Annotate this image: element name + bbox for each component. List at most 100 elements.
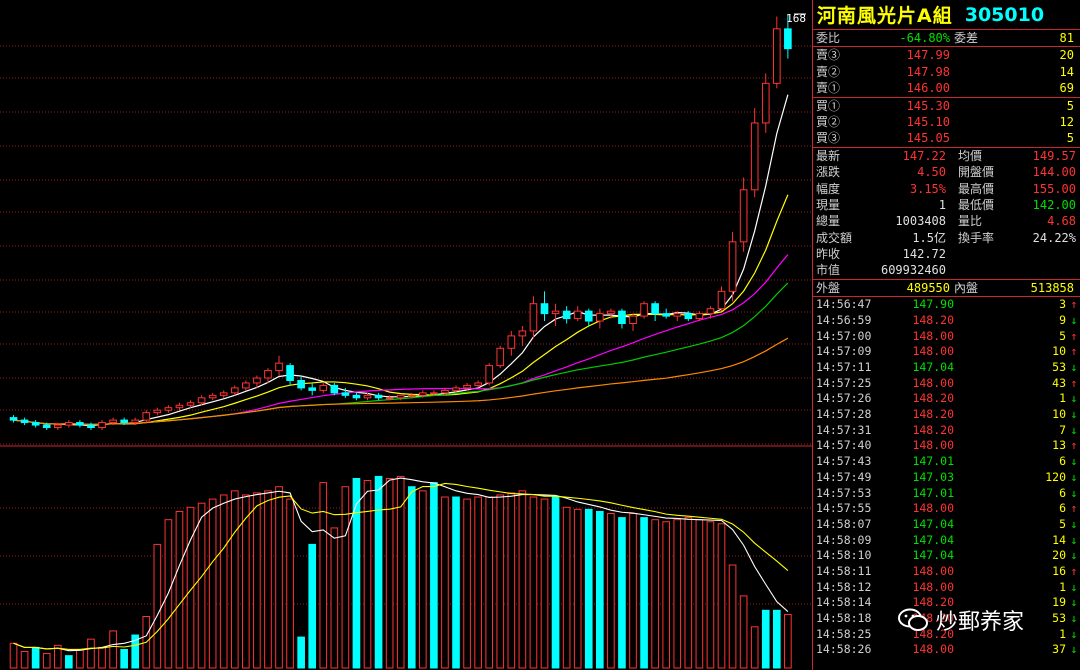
volume-bar — [197, 502, 206, 669]
volume-bar — [551, 496, 560, 669]
stat-label-2: 均價 — [958, 148, 983, 163]
candle — [761, 73, 770, 133]
ma5-line — [13, 94, 789, 427]
volume-bar — [662, 521, 671, 669]
candle — [651, 301, 659, 322]
arrow-down-icon: ↓ — [1070, 595, 1078, 610]
stat-value: 609932460 — [880, 263, 946, 278]
tick-price: 148.00 — [912, 328, 954, 343]
tick-volume: 7 — [1059, 422, 1066, 437]
candle — [573, 306, 582, 322]
tick-price: 148.20 — [912, 312, 954, 327]
volume-bar — [264, 490, 272, 669]
arrow-down-icon: ↓ — [1070, 360, 1078, 374]
tick-volume: 43 — [1052, 375, 1066, 390]
candlestick-chart[interactable]: 168 — [0, 0, 812, 670]
candle — [175, 402, 184, 411]
bid-price: 145.10 — [906, 114, 950, 129]
tick-time: 14:57:00 — [816, 328, 872, 343]
volume-bar — [352, 477, 361, 669]
bid-vol: 5 — [1066, 98, 1074, 113]
tick-volume: 6 — [1059, 454, 1066, 469]
candle — [308, 382, 317, 396]
tick-row: 14:57:25 148.00 43 ↑ — [813, 376, 1080, 392]
ask-row: 賣③ 147.99 20 — [813, 47, 1080, 63]
tick-row: 14:57:49 147.03 120 ↓ — [813, 470, 1080, 486]
bid-label: 買③ — [816, 131, 841, 146]
volume-bar — [109, 630, 117, 669]
volume-bar — [297, 636, 305, 669]
tick-volume: 53 — [1052, 360, 1066, 374]
bid-price: 145.05 — [906, 131, 950, 146]
ask-vol: 14 — [1059, 64, 1074, 79]
volume-bar — [452, 496, 460, 669]
tick-volume: 6 — [1059, 485, 1066, 500]
bid-row: 買② 145.10 12 — [813, 114, 1080, 130]
volume-bar — [573, 508, 582, 669]
volume-bar — [120, 648, 128, 669]
stat-value: 3.15% — [909, 181, 946, 196]
volume-bar — [363, 480, 372, 669]
stat-value-2 — [1010, 246, 1080, 262]
candle — [496, 345, 505, 369]
arrow-down-icon: ↓ — [1070, 579, 1078, 594]
tick-time: 14:58:10 — [816, 548, 872, 563]
tick-volume: 6 — [1059, 501, 1066, 516]
tick-row: 14:57:31 148.20 7 ↓ — [813, 423, 1080, 439]
tick-row: 14:57:55 148.00 6 ↑ — [813, 501, 1080, 517]
tick-time: 14:56:47 — [816, 297, 872, 312]
volume-bar — [275, 486, 283, 669]
outer-value: 489550 — [906, 280, 950, 295]
tick-time: 14:58:11 — [816, 563, 872, 578]
arrow-up-icon: ↑ — [1070, 438, 1078, 453]
candle — [164, 405, 173, 413]
tick-volume: 13 — [1052, 438, 1066, 453]
volume-bar — [607, 513, 615, 669]
volume-bar — [419, 490, 427, 669]
volume-bar — [286, 498, 294, 669]
candle — [31, 420, 40, 428]
stat-label: 總量 — [816, 214, 841, 229]
order-ratio-row: 委比 -64.80% 委差 81 — [813, 30, 1080, 48]
tick-row: 14:57:28 148.20 10 ↓ — [813, 407, 1080, 423]
stat-label-2: 最高價 — [958, 181, 995, 196]
arrow-up-icon: ↑ — [1070, 344, 1078, 359]
volume-bar — [673, 519, 682, 669]
inner-label: 內盤 — [954, 280, 979, 295]
stat-row: 市值 609932460 — [813, 262, 1080, 278]
candle — [529, 296, 538, 339]
volume-bar — [651, 519, 659, 669]
volume-bar — [219, 494, 228, 669]
tick-row: 14:57:00 148.00 5 ↑ — [813, 329, 1080, 345]
tick-time: 14:58:09 — [816, 532, 872, 547]
volume-bar — [407, 486, 416, 669]
bid-price: 145.30 — [906, 98, 950, 113]
diff-value: 81 — [1059, 31, 1074, 45]
candle — [153, 407, 162, 416]
volume-bar — [374, 475, 383, 669]
volume-bar — [728, 564, 737, 669]
ask-row: 賣② 147.98 14 — [813, 64, 1080, 80]
tick-volume: 5 — [1059, 328, 1066, 343]
candle — [772, 16, 781, 89]
candle — [208, 392, 217, 401]
quote-panel: 河南風光片A組 305010 委比 -64.80% 委差 81 賣③ 147.99… — [812, 0, 1080, 670]
watermark: 炒郵养家 — [898, 604, 1024, 636]
volume-bar — [175, 510, 184, 669]
stat-row: 成交額 1.5亿 換手率 24.22% — [813, 230, 1080, 246]
tick-time: 14:57:31 — [816, 422, 872, 437]
volume-bar — [706, 521, 715, 669]
stat-row: 昨收 142.72 — [813, 246, 1080, 262]
candle — [219, 390, 228, 398]
stat-label-2: 換手率 — [958, 230, 995, 245]
tick-price: 148.00 — [912, 438, 954, 453]
volume-bar — [640, 517, 648, 669]
bid-label: 買① — [816, 98, 841, 113]
tick-time: 14:58:14 — [816, 595, 872, 610]
inner-value: 513858 — [1030, 280, 1074, 295]
arrow-down-icon: ↓ — [1070, 454, 1078, 469]
tick-time: 14:58:12 — [816, 579, 872, 594]
volume-bar — [430, 482, 438, 669]
arrow-down-icon: ↓ — [1070, 407, 1078, 422]
volume-bar — [385, 477, 394, 669]
